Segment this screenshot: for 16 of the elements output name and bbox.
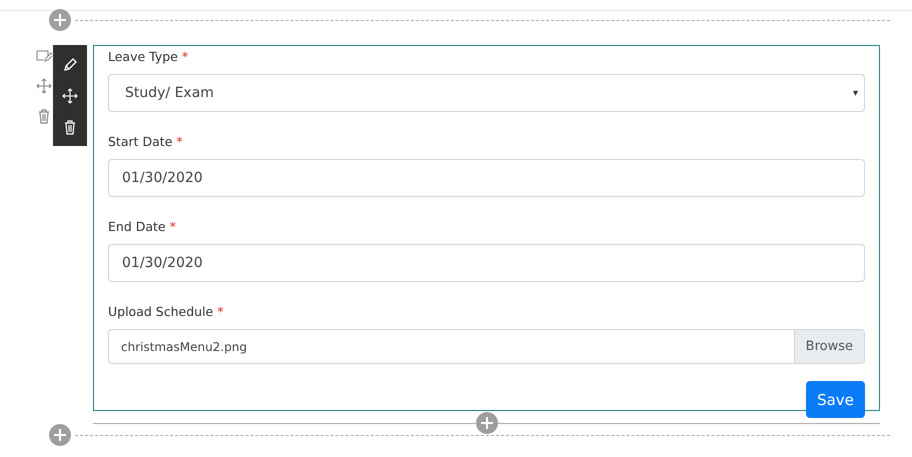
field-label: End Date *: [108, 218, 177, 236]
add-icon[interactable]: [49, 9, 71, 31]
edit-icon[interactable]: [36, 48, 52, 64]
browse-button[interactable]: Browse: [794, 330, 864, 363]
date-field[interactable]: 01/30/2020: [108, 159, 865, 197]
add-icon[interactable]: [49, 424, 71, 446]
file-name: christmasMenu2.png: [120, 340, 248, 354]
field-label: Upload Schedule *: [108, 303, 224, 321]
add-icon[interactable]: [476, 412, 498, 434]
select-field[interactable]: Study/ Exam ▾: [108, 74, 865, 112]
pencil-icon[interactable]: [62, 56, 78, 72]
delete-icon[interactable]: [62, 118, 78, 134]
save-button[interactable]: Save: [806, 381, 865, 418]
date-field[interactable]: 01/30/2020: [108, 244, 865, 282]
field-label: Start Date *: [108, 133, 184, 151]
field-label: Leave Type *: [108, 48, 190, 66]
